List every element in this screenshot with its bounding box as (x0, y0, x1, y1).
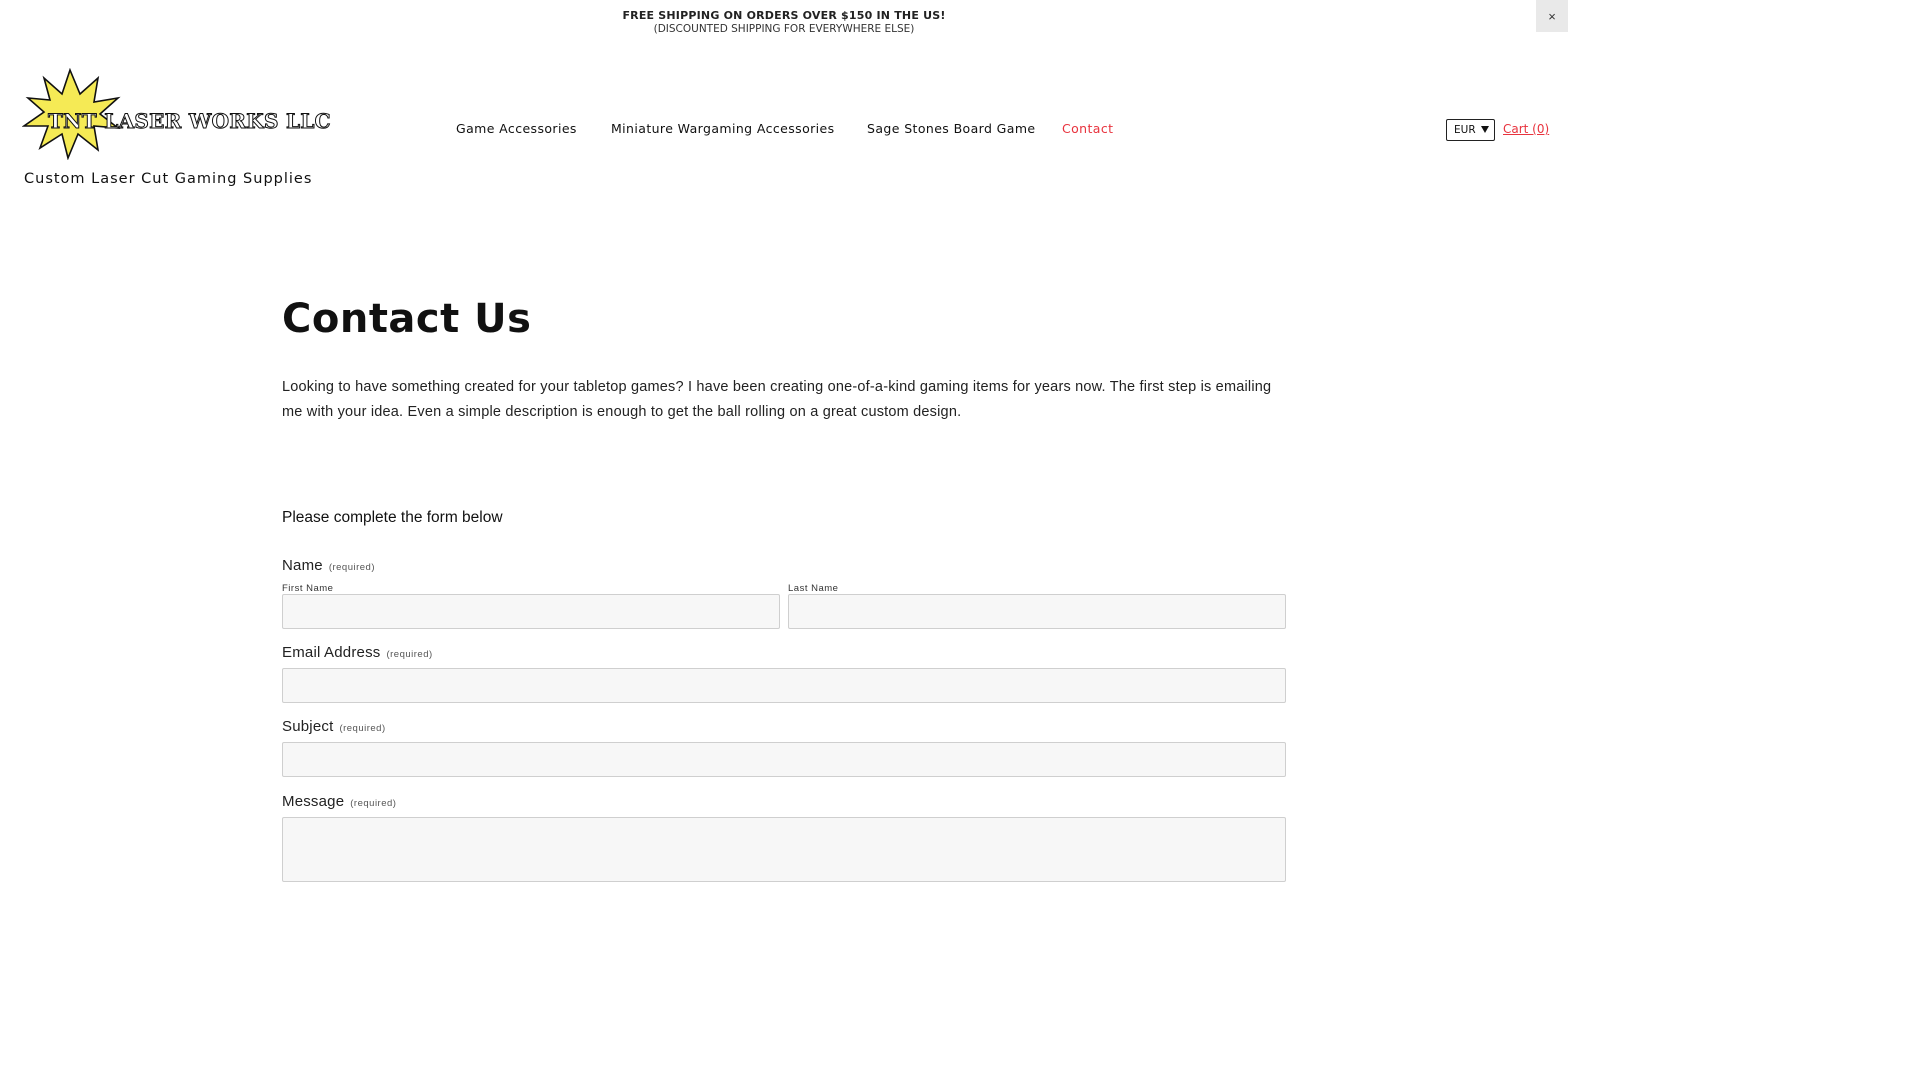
main-navigation: Game Accessories Miniature Wargaming Acc… (0, 121, 1568, 141)
nav-item-miniature-wargaming-accessories[interactable]: Miniature Wargaming Accessories (611, 121, 835, 136)
required-note: (required) (350, 798, 397, 809)
site-tagline: Custom Laser Cut Gaming Supplies (24, 171, 313, 187)
currency-selector[interactable]: EUR (1446, 119, 1495, 141)
first-name-label: First Name (282, 583, 334, 594)
chevron-down-icon (1481, 126, 1489, 133)
required-note: (required) (339, 723, 386, 734)
page-title: Contact Us (282, 296, 532, 342)
subject-input[interactable] (282, 742, 1286, 777)
announcement-line-1: FREE SHIPPING ON ORDERS OVER $150 IN THE… (622, 9, 946, 22)
nav-item-contact[interactable]: Contact (1062, 121, 1113, 136)
subject-field-label: Subject (required) (282, 718, 386, 735)
required-note: (required) (328, 562, 375, 573)
cart-link[interactable]: Cart (0) (1503, 122, 1549, 136)
close-icon[interactable]: × (1536, 0, 1568, 32)
intro-paragraph: Looking to have something created for yo… (282, 379, 1272, 420)
required-note: (required) (386, 649, 433, 660)
last-name-label: Last Name (788, 583, 839, 594)
message-textarea[interactable] (282, 817, 1286, 882)
email-field-label: Email Address (required) (282, 644, 433, 661)
message-label-text: Message (282, 793, 345, 810)
email-label-text: Email Address (282, 644, 381, 661)
subject-label-text: Subject (282, 718, 334, 735)
site-logo[interactable]: TNT LASER WORKS LLC (22, 68, 331, 160)
announcement-bar: FREE SHIPPING ON ORDERS OVER $150 IN THE… (0, 0, 1568, 40)
message-field-label: Message (required) (282, 793, 396, 810)
email-input[interactable] (282, 668, 1286, 703)
name-label-text: Name (282, 557, 323, 574)
last-name-input[interactable] (788, 594, 1286, 629)
nav-item-game-accessories[interactable]: Game Accessories (456, 121, 577, 136)
name-field-label: Name (required) (282, 557, 375, 574)
form-heading: Please complete the form below (282, 509, 503, 526)
first-name-input[interactable] (282, 594, 780, 629)
currency-value: EUR (1454, 124, 1476, 136)
nav-item-sage-stones-board-game[interactable]: Sage Stones Board Game (867, 121, 1036, 136)
announcement-line-2: (DISCOUNTED SHIPPING FOR EVERYWHERE ELSE… (653, 23, 915, 35)
